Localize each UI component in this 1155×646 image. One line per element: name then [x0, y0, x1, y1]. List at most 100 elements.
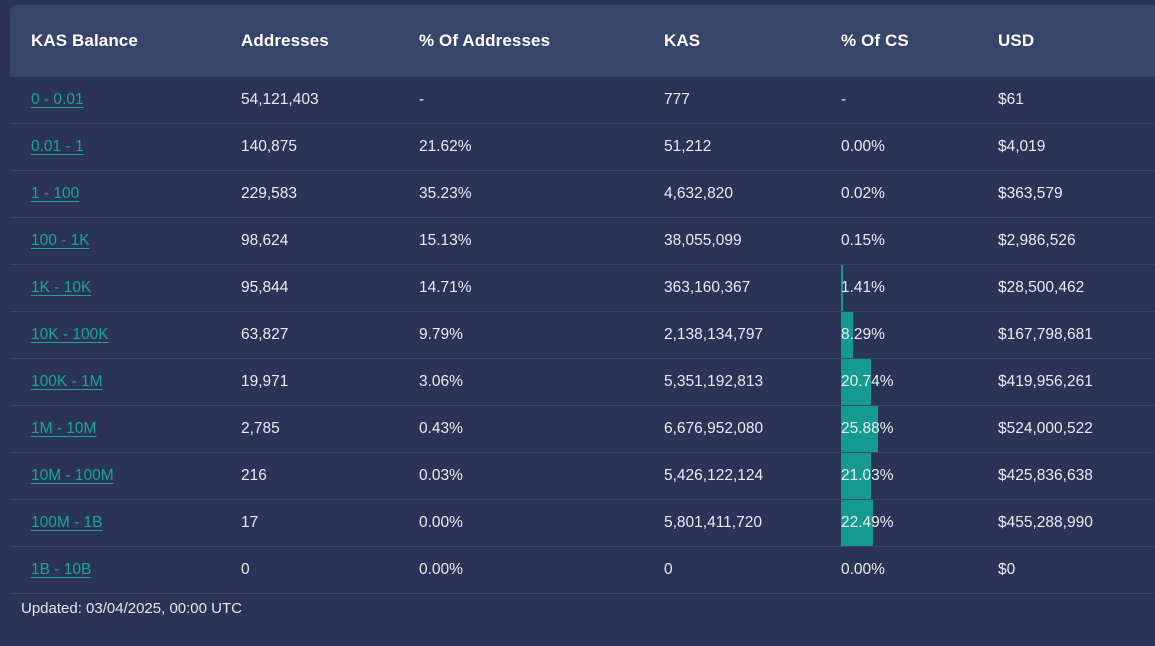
- column-header-usd[interactable]: USD: [998, 5, 1155, 77]
- table-row: 0.01 - 1 140,875 21.62% 51,212 0.00% $4,019: [10, 123, 1155, 171]
- cell-pct-of-addresses: 35.23%: [419, 170, 664, 218]
- cell-addresses: 229,583: [241, 170, 419, 218]
- balance-range-link[interactable]: 100 - 1K: [31, 232, 90, 249]
- table-row: 1K - 10K 95,844 14.71% 363,160,367 1.41% $28,…: [10, 264, 1155, 312]
- cell-usd: $455,288,990: [998, 499, 1155, 547]
- cell-addresses: 2,785: [241, 405, 419, 453]
- table-row: 0 - 0.01 54,121,403-777- $61: [10, 77, 1155, 124]
- cell-pct-of-cs: 0.00%: [841, 123, 998, 171]
- pct-of-cs-value: 8.29%: [841, 326, 885, 343]
- balance-range-link[interactable]: 0.01 - 1: [31, 138, 84, 155]
- pct-of-cs-value: 1.41%: [841, 279, 885, 296]
- balance-range-link[interactable]: 1M - 10M: [31, 420, 96, 437]
- table-footer: Updated: 03/04/2025, 00:00 UTC: [10, 600, 1145, 617]
- balance-range-link[interactable]: 100M - 1B: [31, 514, 103, 531]
- cell-addresses: 140,875: [241, 123, 419, 171]
- pct-of-cs-value: 22.49%: [841, 514, 894, 531]
- column-header-kas-balance[interactable]: KAS Balance: [10, 5, 241, 77]
- cell-kas: 777: [664, 77, 841, 124]
- cell-pct-of-cs: 21.03%: [841, 452, 998, 500]
- cell-pct-of-cs: 8.29%: [841, 311, 998, 359]
- cell-kas-balance: 10K - 100K: [10, 311, 241, 359]
- balance-range-link[interactable]: 100K - 1M: [31, 373, 103, 390]
- column-header-kas[interactable]: KAS: [664, 5, 841, 77]
- pct-of-cs-value: 0.15%: [841, 232, 885, 249]
- cell-pct-of-addresses: 15.13%: [419, 217, 664, 265]
- balance-range-link[interactable]: 1 - 100: [31, 185, 79, 202]
- cell-kas-balance: 100 - 1K: [10, 217, 241, 265]
- cell-kas-balance: 1M - 10M: [10, 405, 241, 453]
- pct-of-cs-value: 0.00%: [841, 138, 885, 155]
- balance-range-link[interactable]: 0 - 0.01: [31, 91, 84, 108]
- cell-kas-balance: 100M - 1B: [10, 499, 241, 547]
- cell-kas: 51,212: [664, 123, 841, 171]
- cell-pct-of-cs: 0.15%: [841, 217, 998, 265]
- cell-pct-of-addresses: -: [419, 77, 664, 124]
- column-header-addresses[interactable]: Addresses: [241, 5, 419, 77]
- cell-kas: 5,801,411,720: [664, 499, 841, 547]
- table-row: 1 - 100 229,583 35.23% 4,632,820 0.02% $363,5…: [10, 170, 1155, 218]
- cell-kas-balance: 1K - 10K: [10, 264, 241, 312]
- table-row: 1B - 10B 0 0.00% 0 0.00% $0: [10, 546, 1155, 594]
- cell-pct-of-cs: 22.49%: [841, 499, 998, 547]
- cell-kas: 5,426,122,124: [664, 452, 841, 500]
- cell-pct-of-cs: 0.00%: [841, 546, 998, 594]
- cell-addresses: 54,121,403: [241, 77, 419, 124]
- cell-addresses: 98,624: [241, 217, 419, 265]
- balance-range-link[interactable]: 10K - 100K: [31, 326, 109, 343]
- kas-balance-distribution-table: KAS Balance Addresses % Of Addresses KAS…: [10, 5, 1155, 594]
- cell-usd: $363,579: [998, 170, 1155, 218]
- cell-kas: 4,632,820: [664, 170, 841, 218]
- table-row: 100M - 1B 17 0.00% 5,801,411,720 22.49% $455,…: [10, 499, 1155, 547]
- cell-pct-of-addresses: 9.79%: [419, 311, 664, 359]
- cell-addresses: 19,971: [241, 358, 419, 406]
- table-header: KAS Balance Addresses % Of Addresses KAS…: [10, 5, 1155, 77]
- cell-pct-of-addresses: 0.43%: [419, 405, 664, 453]
- cell-usd: $425,836,638: [998, 452, 1155, 500]
- cell-usd: $524,000,522: [998, 405, 1155, 453]
- cell-pct-of-cs: 1.41%: [841, 264, 998, 312]
- cell-usd: $61: [998, 77, 1155, 124]
- cell-kas: 0: [664, 546, 841, 594]
- cell-usd: $28,500,462: [998, 264, 1155, 312]
- pct-of-cs-value: 0.02%: [841, 185, 885, 202]
- table-row: 10M - 100M 216 0.03% 5,426,122,124 21.03% $42…: [10, 452, 1155, 500]
- cell-usd: $4,019: [998, 123, 1155, 171]
- cell-pct-of-cs: 25.88%: [841, 405, 998, 453]
- cell-usd: $167,798,681: [998, 311, 1155, 359]
- cell-addresses: 63,827: [241, 311, 419, 359]
- cell-kas: 6,676,952,080: [664, 405, 841, 453]
- cell-pct-of-addresses: 21.62%: [419, 123, 664, 171]
- pct-of-cs-value: 21.03%: [841, 467, 894, 484]
- cell-pct-of-addresses: 0.03%: [419, 452, 664, 500]
- column-header-pct-of-cs[interactable]: % Of CS: [841, 5, 998, 77]
- cell-pct-of-addresses: 0.00%: [419, 546, 664, 594]
- table-body: 0 - 0.01 54,121,403-777- $61 0.01 - 1 140,87…: [10, 77, 1155, 594]
- cell-addresses: 0: [241, 546, 419, 594]
- pct-of-cs-value: -: [841, 91, 847, 108]
- cell-addresses: 95,844: [241, 264, 419, 312]
- cell-usd: $2,986,526: [998, 217, 1155, 265]
- table-row: 100K - 1M 19,971 3.06% 5,351,192,813 20.74% $…: [10, 358, 1155, 406]
- pct-of-cs-value: 20.74%: [841, 373, 894, 390]
- cell-pct-of-cs: -: [841, 77, 998, 124]
- pct-of-cs-value: 25.88%: [841, 420, 894, 437]
- cell-kas-balance: 100K - 1M: [10, 358, 241, 406]
- column-header-pct-of-addresses[interactable]: % Of Addresses: [419, 5, 664, 77]
- kas-distribution-page: KAS Balance Addresses % Of Addresses KAS…: [0, 0, 1155, 646]
- balance-range-link[interactable]: 1B - 10B: [31, 561, 91, 578]
- balance-range-link[interactable]: 10M - 100M: [31, 467, 114, 484]
- distribution-table-container: KAS Balance Addresses % Of Addresses KAS…: [10, 5, 1155, 594]
- table-header-row: KAS Balance Addresses % Of Addresses KAS…: [10, 5, 1155, 77]
- cell-usd: $419,956,261: [998, 358, 1155, 406]
- cell-addresses: 216: [241, 452, 419, 500]
- cell-kas: 38,055,099: [664, 217, 841, 265]
- cell-pct-of-addresses: 0.00%: [419, 499, 664, 547]
- cell-kas-balance: 1 - 100: [10, 170, 241, 218]
- cell-kas-balance: 0.01 - 1: [10, 123, 241, 171]
- balance-range-link[interactable]: 1K - 10K: [31, 279, 91, 296]
- cell-usd: $0: [998, 546, 1155, 594]
- cell-kas: 2,138,134,797: [664, 311, 841, 359]
- cell-pct-of-addresses: 14.71%: [419, 264, 664, 312]
- table-row: 10K - 100K 63,827 9.79% 2,138,134,797 8.29% $…: [10, 311, 1155, 359]
